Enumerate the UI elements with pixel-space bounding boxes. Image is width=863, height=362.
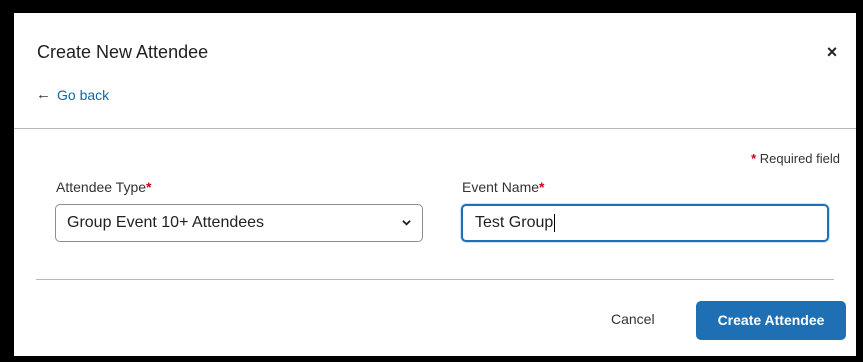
attendee-type-label-text: Attendee Type — [56, 179, 147, 195]
cancel-button[interactable]: Cancel — [611, 311, 655, 327]
attendee-type-select[interactable]: Group Event 10+ Attendees — [55, 204, 423, 242]
arrow-left-icon: ← — [36, 86, 51, 103]
attendee-type-value: Group Event 10+ Attendees — [67, 214, 265, 231]
required-note-text: Required field — [759, 151, 840, 166]
event-name-value: Test Group — [475, 214, 554, 231]
required-star: * — [146, 179, 152, 195]
attendee-type-label: Attendee Type* — [56, 179, 152, 195]
text-caret — [554, 213, 556, 232]
event-name-label-text: Event Name — [462, 179, 540, 195]
required-field-note: * Required field — [751, 151, 840, 166]
footer-divider — [36, 279, 834, 280]
go-back-label: Go back — [57, 86, 110, 103]
chevron-down-icon — [402, 220, 411, 226]
header-divider — [14, 128, 856, 129]
create-attendee-button[interactable]: Create Attendee — [696, 301, 846, 340]
close-icon[interactable]: × — [821, 41, 843, 63]
required-star: * — [751, 151, 757, 166]
event-name-label: Event Name* — [462, 179, 545, 195]
required-star: * — [539, 179, 545, 195]
create-attendee-dialog: Create New Attendee × ← Go back * Requir… — [14, 13, 856, 356]
go-back-link[interactable]: ← Go back — [36, 86, 109, 103]
event-name-input[interactable]: Test Group — [461, 204, 829, 242]
dialog-title: Create New Attendee — [37, 42, 209, 62]
